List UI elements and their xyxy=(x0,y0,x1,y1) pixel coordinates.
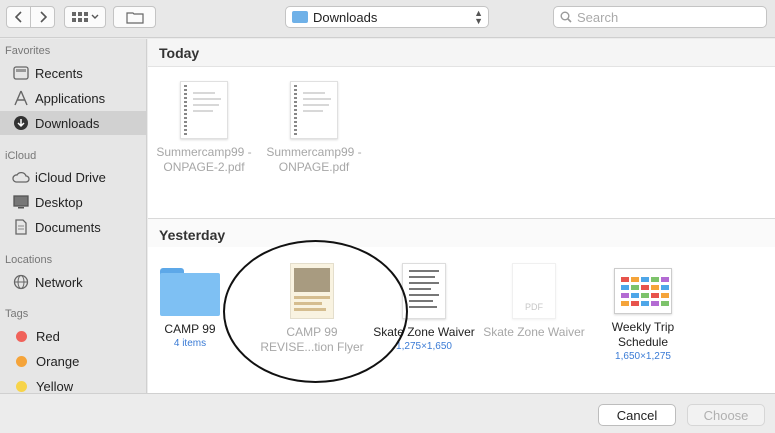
folder-icon xyxy=(160,268,220,316)
file-name: Skate Zone Waiver xyxy=(373,325,475,339)
sidebar-item-desktop[interactable]: Desktop xyxy=(0,190,146,214)
sidebar-item-label: Orange xyxy=(36,353,80,369)
sidebar-item-label: Network xyxy=(35,274,83,290)
sidebar-item-applications[interactable]: Applications xyxy=(0,86,146,110)
pdf-document-icon: PDF xyxy=(512,263,556,319)
search-field[interactable]: Search xyxy=(553,6,767,28)
sidebar-item-label: Applications xyxy=(35,90,106,106)
grid-icon xyxy=(71,12,88,22)
sidebar: Favorites Recents Applications Downloads… xyxy=(0,39,147,393)
new-folder-icon xyxy=(125,11,144,24)
applications-icon xyxy=(12,89,30,107)
documents-icon xyxy=(12,218,30,236)
file-item[interactable]: Skate Zone Waiver 1,275×1,650 xyxy=(368,263,480,353)
file-name: Summercamp99 - ONPAGE.pdf xyxy=(266,145,362,174)
updown-chevron-icon: ▲ ▼ xyxy=(474,8,483,26)
sidebar-heading-tags: Tags xyxy=(5,308,29,320)
file-item[interactable]: Weekly Trip Schedule 1,650×1,275 xyxy=(587,268,699,363)
section-header-yesterday: Yesterday xyxy=(148,219,775,247)
location-label: Downloads xyxy=(313,9,378,25)
view-options-button[interactable] xyxy=(64,6,106,28)
file-name: Weekly Trip Schedule xyxy=(611,320,675,349)
section-title: Yesterday xyxy=(159,227,226,243)
file-browser: Today Summercamp99 - ONPAGE-2.pdf Summer… xyxy=(148,39,775,393)
pdf-document-icon xyxy=(290,81,338,139)
file-item[interactable]: PDF Skate Zone Waiver xyxy=(478,263,590,340)
sidebar-item-documents[interactable]: Documents xyxy=(0,215,146,239)
file-name: Skate Zone Waiver xyxy=(483,325,585,339)
globe-icon xyxy=(12,273,30,291)
orange-tag-dot-icon xyxy=(16,355,27,367)
flyer-image-icon xyxy=(290,263,334,319)
sidebar-item-tag-yellow[interactable]: Yellow xyxy=(0,374,146,393)
sidebar-item-label: Documents xyxy=(35,219,101,235)
downloads-icon xyxy=(12,114,30,132)
file-item[interactable]: Summercamp99 - ONPAGE.pdf xyxy=(258,81,370,175)
file-item[interactable]: CAMP 99 REVISE...tion Flyer xyxy=(256,263,368,355)
search-placeholder: Search xyxy=(577,9,619,25)
sidebar-item-downloads[interactable]: Downloads xyxy=(0,111,146,135)
file-name: Summercamp99 - ONPAGE-2.pdf xyxy=(156,145,252,174)
sidebar-item-label: Red xyxy=(36,328,60,344)
pdf-document-icon xyxy=(180,81,228,139)
back-button[interactable] xyxy=(6,6,31,28)
red-tag-dot-icon xyxy=(16,330,27,342)
sidebar-item-icloud-drive[interactable]: iCloud Drive xyxy=(0,165,146,189)
new-folder-button[interactable] xyxy=(113,6,156,28)
sidebar-item-label: Recents xyxy=(35,65,83,81)
sidebar-item-label: Downloads xyxy=(35,115,100,131)
sidebar-item-label: iCloud Drive xyxy=(35,169,106,185)
waiver-image-icon xyxy=(402,263,446,319)
sidebar-item-tag-orange[interactable]: Orange xyxy=(0,349,146,373)
chevron-right-icon xyxy=(39,11,47,23)
forward-button[interactable] xyxy=(30,6,55,28)
sidebar-item-recents[interactable]: Recents xyxy=(0,61,146,85)
sidebar-heading-favorites: Favorites xyxy=(5,45,51,57)
sidebar-item-label: Yellow xyxy=(36,378,74,394)
cloud-icon xyxy=(12,168,30,186)
sidebar-heading-icloud: iCloud xyxy=(5,150,37,162)
chevron-down-icon xyxy=(91,14,98,19)
sidebar-item-network[interactable]: Network xyxy=(0,270,146,294)
yellow-tag-dot-icon xyxy=(16,380,27,392)
recents-icon xyxy=(12,64,30,82)
dialog-footer: Cancel Choose xyxy=(0,393,775,433)
sidebar-item-label: Desktop xyxy=(35,194,83,210)
choose-button[interactable]: Choose xyxy=(687,404,765,426)
file-item[interactable]: CAMP 99 4 items xyxy=(134,268,246,350)
folder-icon xyxy=(292,11,308,23)
section-title: Today xyxy=(159,45,200,61)
sidebar-item-tag-red[interactable]: Red xyxy=(0,324,146,348)
desktop-icon xyxy=(12,193,30,211)
file-meta: 1,650×1,275 xyxy=(615,351,671,362)
file-meta: 1,275×1,650 xyxy=(396,341,452,352)
toolbar: Downloads ▲ ▼ Search xyxy=(0,0,775,38)
file-item[interactable]: Summercamp99 - ONPAGE-2.pdf xyxy=(148,81,260,175)
cancel-button[interactable]: Cancel xyxy=(598,404,676,426)
file-name: CAMP 99 xyxy=(164,322,216,336)
section-header-today: Today xyxy=(148,39,775,67)
schedule-image-icon xyxy=(614,268,672,314)
search-icon xyxy=(560,11,572,23)
chevron-left-icon xyxy=(14,11,22,23)
file-meta: 4 items xyxy=(173,338,207,349)
sidebar-heading-locations: Locations xyxy=(5,254,53,266)
location-popup[interactable]: Downloads ▲ ▼ xyxy=(285,6,489,28)
file-name: CAMP 99 REVISE...tion Flyer xyxy=(260,325,364,354)
